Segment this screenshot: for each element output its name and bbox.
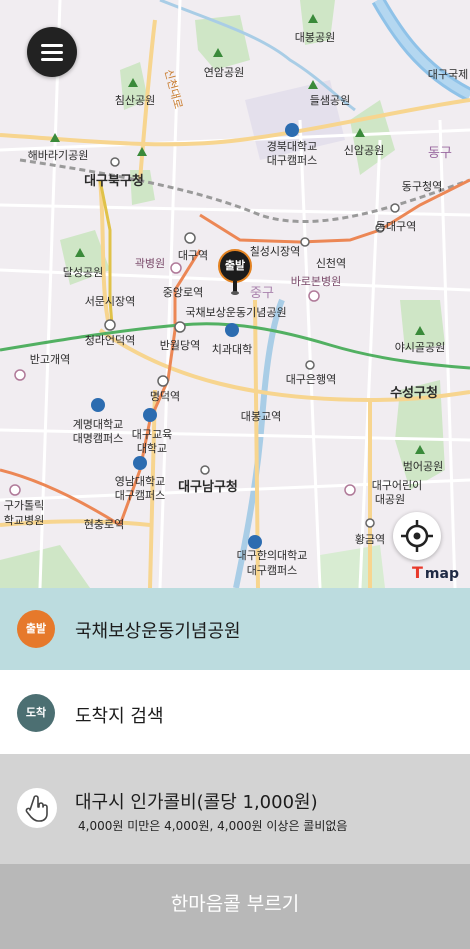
map-label: 대봉공원 [295, 31, 335, 44]
map-label: 대명캠퍼스 [73, 432, 124, 445]
map-label: 영남대학교 [115, 475, 166, 488]
map-label: 경북대학교 [267, 140, 318, 153]
map-label: 대구캠퍼스 [267, 154, 318, 167]
start-location-row[interactable]: 출발 국채보상운동기념공원 [0, 588, 470, 670]
map-label: 반월당역 [160, 339, 200, 352]
map-label: 범어공원 [403, 460, 443, 473]
map-label: 침산공원 [115, 94, 155, 107]
map-label: 대봉교역 [241, 410, 281, 423]
map-label: 구가톨릭 [4, 499, 44, 512]
map-label: 동대구역 [376, 220, 416, 233]
map-label: 학교병원 [4, 514, 44, 527]
map-label: 대구캠퍼스 [115, 489, 166, 502]
map-label: 곽병원 [135, 257, 165, 270]
map-label: 반고개역 [30, 353, 70, 366]
call-taxi-button[interactable]: 한마음콜 부르기 [0, 864, 470, 949]
map-label: 중앙로역 [163, 286, 203, 299]
map-view[interactable]: 대봉공원 대구국제 연암공원 들샘공원 침산공원 신천대로 해바라기공원 경북대… [0, 0, 470, 588]
fare-icon-wrapper [17, 788, 57, 828]
map-label: 서문시장역 [85, 295, 136, 308]
map-label: 동구 [428, 146, 452, 161]
map-label: 연암공원 [204, 66, 244, 79]
map-label: 현충로역 [84, 518, 124, 531]
map-label: 황금역 [355, 533, 385, 546]
pin-label: 출발 [218, 249, 252, 283]
my-location-button[interactable] [393, 512, 441, 560]
call-taxi-label: 한마음콜 부르기 [170, 893, 300, 915]
tmap-logo: Tmap [412, 563, 468, 583]
map-label: 명덕역 [150, 390, 180, 403]
tmap-logo-mark: T [412, 563, 423, 582]
map-label: 해바라기공원 [28, 148, 89, 162]
map-label: 중구 [250, 286, 274, 301]
map-label: 동구청역 [402, 180, 442, 193]
fare-note: 4,000원 미만은 4,000원, 4,000원 이상은 콜비없음 [78, 819, 348, 833]
map-label: 대구캠퍼스 [247, 564, 298, 577]
fare-info-row: 대구시 인가콜비(콜당 1,000원) 4,000원 미만은 4,000원, 4… [0, 754, 470, 864]
destination-badge: 도착 [17, 694, 55, 732]
map-label: 대구국제 [428, 68, 468, 81]
map-label: 신암공원 [344, 144, 384, 157]
destination-search-input[interactable]: 도착지 검색 [75, 702, 164, 728]
start-badge: 출발 [17, 610, 55, 648]
map-label: 신천역 [316, 256, 346, 270]
crosshair-locate-icon [401, 520, 433, 552]
map-label: 국채보상운동기념공원 [185, 306, 286, 319]
map-label: 청라언덕역 [85, 334, 136, 347]
hand-tap-icon [25, 795, 48, 822]
start-location-text: 국채보상운동기념공원 [75, 621, 241, 642]
map-label: 바로본병원 [291, 275, 342, 288]
map-label: 들샘공원 [310, 94, 350, 107]
tmap-logo-text: map [424, 566, 459, 582]
destination-search-row[interactable]: 도착 도착지 검색 [0, 670, 470, 754]
menu-button[interactable] [27, 27, 77, 77]
map-label: 계명대학교 [73, 418, 124, 431]
map-label: 야시골공원 [395, 341, 446, 354]
map-label: 달성공원 [63, 266, 103, 279]
fare-title: 대구시 인가콜비(콜당 1,000원) [75, 792, 318, 813]
map-label: 치과대학 [212, 343, 252, 356]
map-label: 대구역 [178, 249, 208, 262]
map-label: 대구어린이 [372, 479, 423, 492]
map-label: 대구한의대학교 [237, 549, 308, 562]
map-label: 대구남구청 [178, 479, 238, 495]
map-label: 대학교 [137, 442, 167, 455]
map-label: 대구교육 [132, 428, 172, 441]
map-label: 대구은행역 [286, 373, 337, 386]
map-label: 대공원 [375, 493, 405, 506]
map-label: 칠성시장역 [250, 245, 301, 258]
map-label: 수성구청 [390, 385, 438, 401]
map-label: 대구북구청 [84, 173, 144, 189]
start-location-pin[interactable]: 출발 [218, 249, 252, 297]
